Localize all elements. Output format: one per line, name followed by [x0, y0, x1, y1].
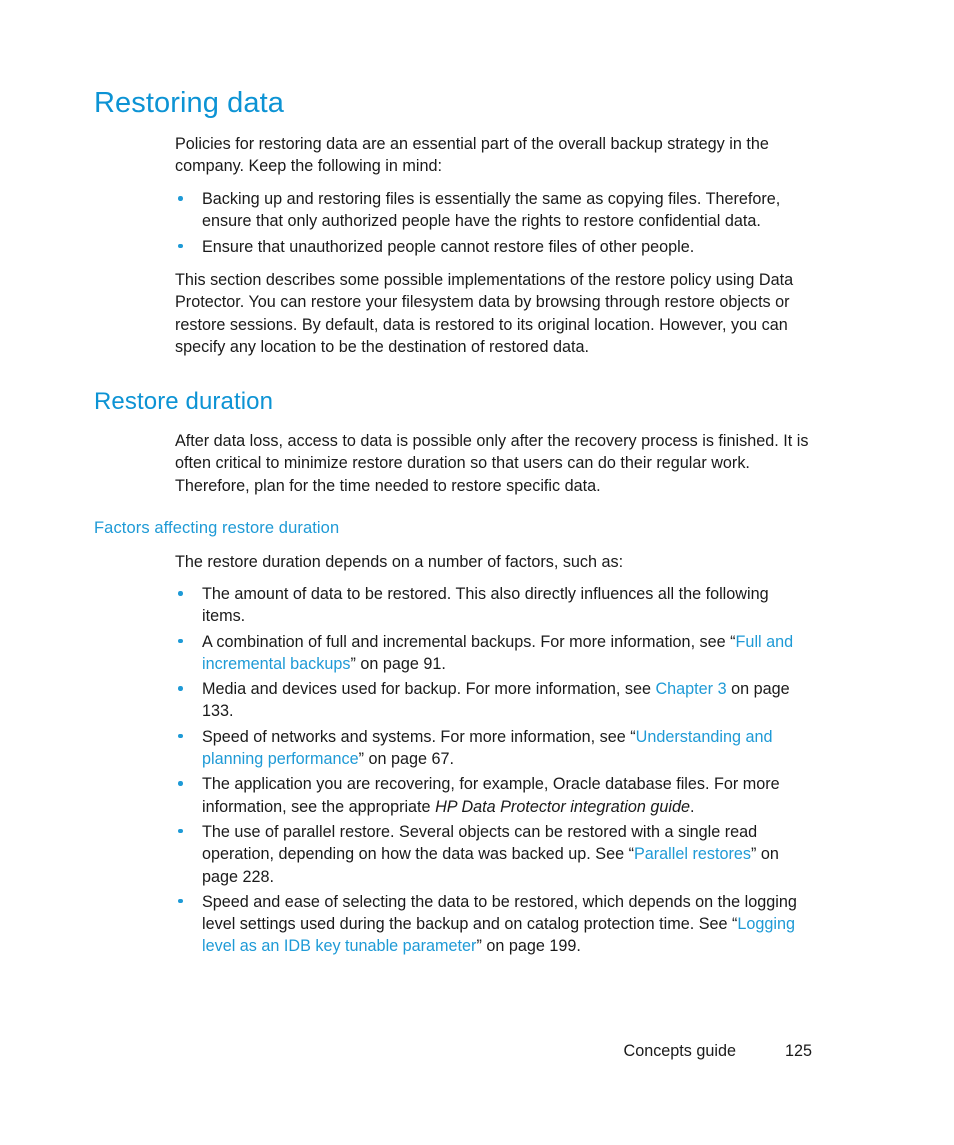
factors-intro-paragraph: The restore duration depends on a number… — [175, 553, 624, 571]
section-heading-restore-duration: Restore duration — [94, 388, 274, 415]
restoring-data-bullet-list: Backing up and restoring files is essent… — [175, 188, 815, 258]
text-run: ” on page 67. — [358, 750, 454, 769]
bullet-dot-icon — [178, 638, 183, 644]
page-title: Restoring data — [94, 87, 285, 119]
list-item-text: Ensure that unauthorized people cannot r… — [202, 237, 695, 256]
page-footer: Concepts guide 125 — [0, 1040, 813, 1062]
list-item: Ensure that unauthorized people cannot r… — [175, 236, 815, 258]
list-item-text: The application you are recovering, for … — [202, 775, 780, 815]
cross-reference-link[interactable]: Parallel restores — [634, 845, 751, 863]
restore-duration-paragraph: After data loss, access to data is possi… — [175, 432, 809, 495]
bullet-dot-icon — [178, 781, 183, 786]
footer-page-number: 125 — [784, 1042, 812, 1060]
restoring-data-intro-paragraph: Policies for restoring data are an essen… — [175, 135, 769, 176]
list-item-text: Speed and ease of selecting the data to … — [202, 893, 797, 956]
bullet-dot-icon — [178, 898, 183, 904]
list-item: Backing up and restoring files is essent… — [175, 188, 815, 233]
text-run: ” on page 199. — [476, 937, 581, 956]
bullet-dot-icon — [178, 686, 183, 691]
list-item-text: A combination of full and incremental ba… — [202, 633, 793, 673]
text-run: . — [690, 797, 695, 816]
text-run: Speed and ease of selecting the data to … — [202, 892, 797, 934]
factors-bullet-list: The amount of data to be restored. This … — [175, 583, 815, 958]
text-run: ” on page 91. — [350, 654, 446, 673]
footer-guide-name: Concepts guide — [623, 1042, 737, 1060]
document-page: Restoring data Policies for restoring da… — [0, 0, 954, 1145]
list-item-text: Backing up and restoring files is essent… — [202, 190, 781, 231]
text-run: A combination of full and incremental ba… — [202, 632, 736, 651]
list-item: Speed and ease of selecting the data to … — [175, 891, 815, 958]
restoring-data-closing-paragraph: This section describes some possible imp… — [175, 271, 794, 356]
bullet-dot-icon — [178, 243, 183, 249]
bullet-dot-icon — [178, 591, 183, 596]
list-item-text: Speed of networks and systems. For more … — [202, 728, 772, 768]
italic-title: HP Data Protector integration guide — [435, 797, 691, 816]
list-item: The amount of data to be restored. This … — [175, 583, 815, 628]
text-run: The amount of data to be restored. This … — [202, 585, 769, 626]
cross-reference-link[interactable]: Chapter 3 — [655, 680, 726, 698]
bullet-dot-icon — [178, 828, 183, 834]
list-item: Speed of networks and systems. For more … — [175, 726, 815, 771]
bullet-dot-icon — [178, 733, 183, 739]
subsection-heading-factors-affecting-restore-duration: Factors affecting restore duration — [94, 519, 340, 537]
list-item: The use of parallel restore. Several obj… — [175, 821, 815, 888]
text-run: Speed of networks and systems. For more … — [202, 727, 636, 746]
list-item: The application you are recovering, for … — [175, 773, 815, 818]
list-item-text: The amount of data to be restored. This … — [202, 585, 769, 625]
list-item: Media and devices used for backup. For m… — [175, 678, 815, 723]
list-item-text: Media and devices used for backup. For m… — [202, 680, 790, 720]
list-item: A combination of full and incremental ba… — [175, 631, 815, 676]
list-item-text: The use of parallel restore. Several obj… — [202, 823, 779, 886]
bullet-dot-icon — [178, 196, 183, 201]
text-run: Media and devices used for backup. For m… — [202, 680, 656, 699]
